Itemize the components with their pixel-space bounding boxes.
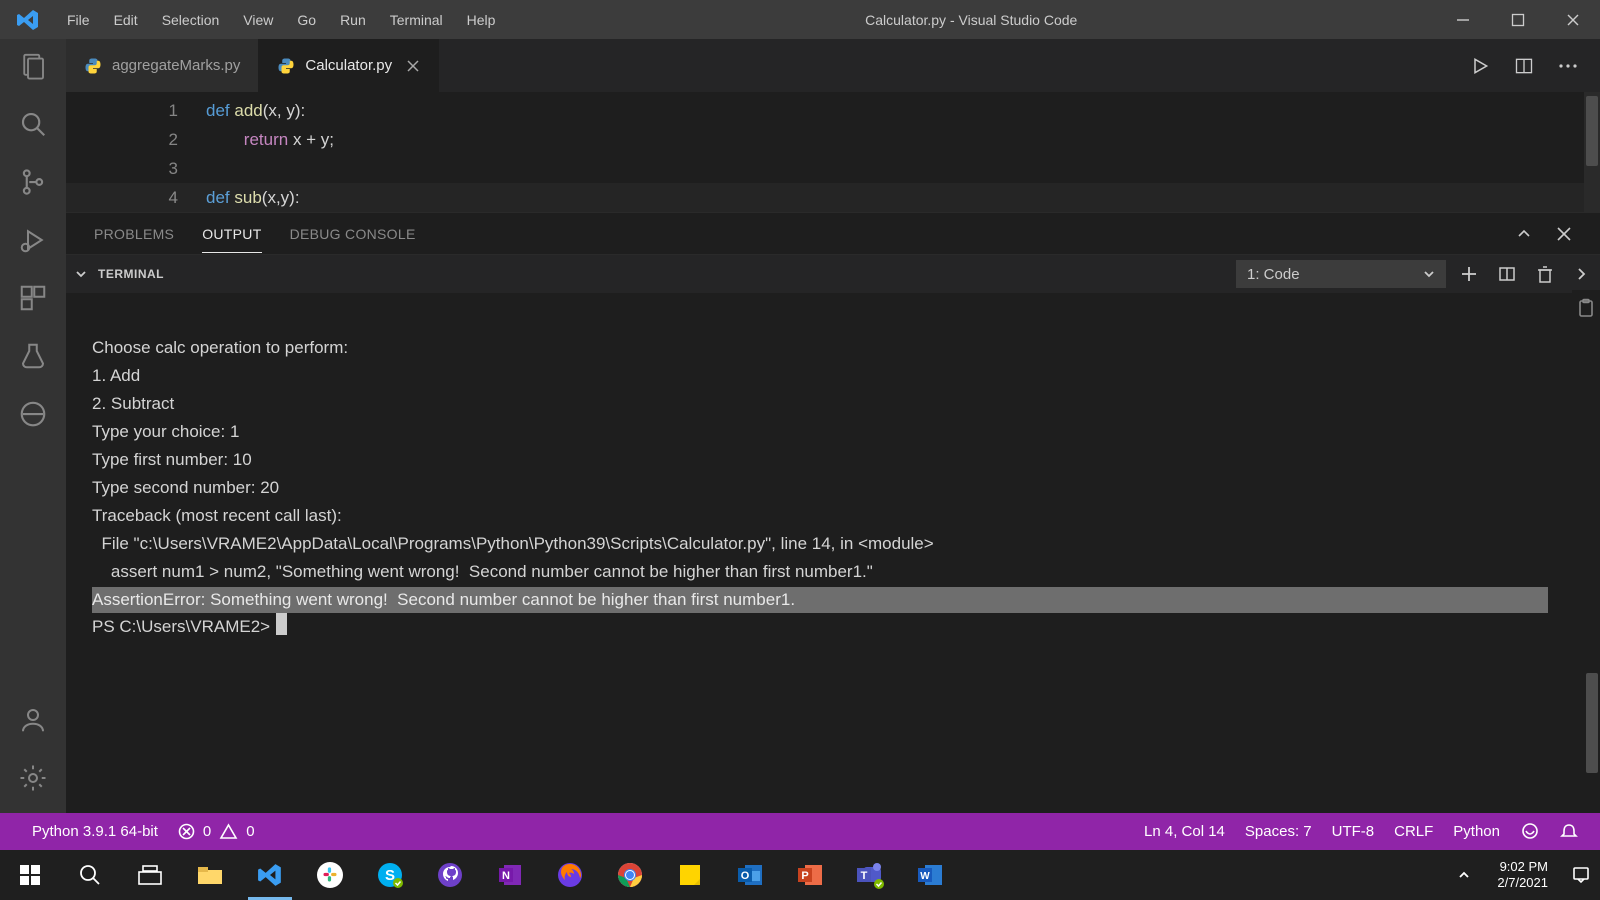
vscode-taskbar-icon[interactable]	[240, 850, 300, 900]
remote-icon[interactable]	[18, 399, 48, 429]
menu-view[interactable]: View	[231, 6, 285, 34]
current-line-highlight	[66, 183, 1588, 212]
chevron-down-icon[interactable]	[74, 267, 88, 281]
panel-close-icon[interactable]	[1556, 226, 1572, 242]
status-language[interactable]: Python	[1443, 823, 1510, 840]
tray-chevron-up-icon[interactable]	[1445, 850, 1483, 900]
explorer-icon[interactable]	[18, 51, 48, 81]
status-problems[interactable]: 0 0	[168, 823, 265, 840]
windows-taskbar: S N O P T W 9:02 PM 2/7/2021	[0, 850, 1600, 900]
svg-text:T: T	[861, 870, 868, 882]
status-python-version[interactable]: Python 3.9.1 64-bit	[22, 823, 168, 840]
menu-file[interactable]: File	[55, 6, 102, 34]
word-icon[interactable]: W	[900, 850, 960, 900]
taskbar-search-icon[interactable]	[60, 850, 120, 900]
panel-tab-output[interactable]: OUTPUT	[202, 226, 261, 253]
terminal-output[interactable]: Choose calc operation to perform: 1. Add…	[66, 293, 1600, 813]
terminal-header: TERMINAL 1: Code	[66, 255, 1600, 293]
code-editor[interactable]: 1 2 3 4 def add(x, y): return x + y; def…	[66, 92, 1600, 212]
testing-icon[interactable]	[18, 341, 48, 371]
split-terminal-icon[interactable]	[1498, 265, 1516, 283]
svg-text:N: N	[502, 870, 510, 882]
menu-terminal[interactable]: Terminal	[378, 6, 455, 34]
powerpoint-icon[interactable]: P	[780, 850, 840, 900]
menu-bar: File Edit Selection View Go Run Terminal…	[55, 6, 507, 34]
panel-maximize-icon[interactable]	[1516, 226, 1532, 242]
editor-scrollbar[interactable]	[1584, 92, 1600, 212]
search-icon[interactable]	[18, 109, 48, 139]
menu-help[interactable]: Help	[455, 6, 508, 34]
status-eol[interactable]: CRLF	[1384, 823, 1443, 840]
terminal-scrollbar[interactable]	[1584, 293, 1600, 813]
settings-gear-icon[interactable]	[18, 763, 48, 793]
sticky-notes-icon[interactable]	[660, 850, 720, 900]
tab-calculator[interactable]: Calculator.py	[259, 39, 439, 92]
chevron-right-icon[interactable]	[1574, 267, 1588, 281]
svg-text:P: P	[801, 870, 808, 882]
split-editor-icon[interactable]	[1514, 56, 1534, 76]
svg-text:O: O	[741, 870, 750, 882]
tab-aggregatemarks[interactable]: aggregateMarks.py	[66, 39, 259, 92]
start-button[interactable]	[0, 850, 60, 900]
more-actions-icon[interactable]	[1558, 63, 1578, 69]
menu-edit[interactable]: Edit	[102, 6, 150, 34]
task-view-icon[interactable]	[120, 850, 180, 900]
run-debug-icon[interactable]	[18, 225, 48, 255]
account-icon[interactable]	[18, 705, 48, 735]
python-file-icon	[84, 57, 102, 75]
chrome-icon[interactable]	[600, 850, 660, 900]
taskbar-clock[interactable]: 9:02 PM 2/7/2021	[1483, 859, 1562, 891]
source-control-icon[interactable]	[18, 167, 48, 197]
window-maximize-icon[interactable]	[1490, 0, 1545, 39]
tab-label: Calculator.py	[305, 57, 392, 74]
github-icon[interactable]	[420, 850, 480, 900]
clipboard-icon[interactable]	[1572, 290, 1600, 326]
kill-terminal-icon[interactable]	[1536, 265, 1554, 283]
close-tab-icon[interactable]	[406, 59, 420, 73]
terminal-label: TERMINAL	[98, 267, 164, 281]
window-title: Calculator.py - Visual Studio Code	[507, 12, 1435, 28]
run-file-icon[interactable]	[1470, 56, 1490, 76]
status-bell-icon[interactable]	[1550, 823, 1588, 841]
panel-tab-problems[interactable]: PROBLEMS	[94, 226, 174, 242]
menu-go[interactable]: Go	[285, 6, 328, 34]
new-terminal-icon[interactable]	[1460, 265, 1478, 283]
svg-text:W: W	[920, 871, 930, 882]
status-indent[interactable]: Spaces: 7	[1235, 823, 1322, 840]
bottom-panel: PROBLEMS OUTPUT DEBUG CONSOLE TERMINAL 1…	[66, 212, 1600, 813]
slack-icon[interactable]	[300, 850, 360, 900]
python-file-icon	[277, 57, 295, 75]
outlook-icon[interactable]: O	[720, 850, 780, 900]
skype-icon[interactable]: S	[360, 850, 420, 900]
status-line-col[interactable]: Ln 4, Col 14	[1134, 823, 1235, 840]
tab-label: aggregateMarks.py	[112, 57, 240, 74]
notifications-icon[interactable]	[1562, 850, 1600, 900]
terminal-picker[interactable]: 1: Code	[1236, 260, 1446, 288]
menu-run[interactable]: Run	[328, 6, 378, 34]
firefox-icon[interactable]	[540, 850, 600, 900]
title-bar: File Edit Selection View Go Run Terminal…	[0, 0, 1600, 39]
onenote-icon[interactable]: N	[480, 850, 540, 900]
editor-tabs: aggregateMarks.py Calculator.py	[66, 39, 1600, 92]
terminal-cursor	[276, 613, 287, 635]
vscode-logo-icon	[0, 8, 55, 32]
window-close-icon[interactable]	[1545, 0, 1600, 39]
file-explorer-icon[interactable]	[180, 850, 240, 900]
activity-bar	[0, 39, 66, 813]
status-encoding[interactable]: UTF-8	[1322, 823, 1385, 840]
assertion-error-line: AssertionError: Something went wrong! Se…	[92, 587, 797, 613]
extensions-icon[interactable]	[18, 283, 48, 313]
menu-selection[interactable]: Selection	[150, 6, 232, 34]
teams-icon[interactable]: T	[840, 850, 900, 900]
status-feedback-icon[interactable]	[1510, 822, 1550, 842]
panel-tab-debug-console[interactable]: DEBUG CONSOLE	[290, 226, 416, 242]
window-minimize-icon[interactable]	[1435, 0, 1490, 39]
status-bar: Python 3.9.1 64-bit 0 0 Ln 4, Col 14 Spa…	[0, 813, 1600, 850]
